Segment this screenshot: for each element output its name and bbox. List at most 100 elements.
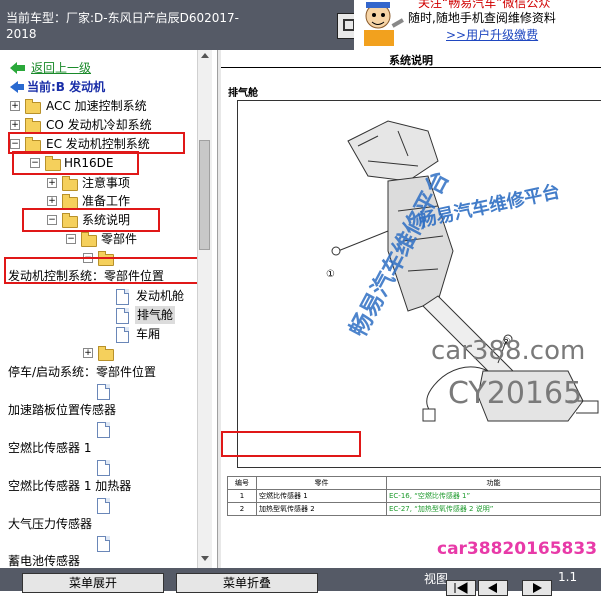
folder-icon bbox=[98, 346, 114, 361]
cell-part: 加热型氧传感器 2 bbox=[256, 502, 387, 516]
mechanic-mascot-icon bbox=[364, 2, 404, 46]
tree-leaf-doc[interactable] bbox=[97, 458, 117, 476]
tree-leaf-cabin[interactable]: 车厢 bbox=[116, 325, 196, 343]
col-header-number: 编号 bbox=[227, 476, 257, 490]
menu-expand-button[interactable]: 菜单展开 bbox=[22, 573, 164, 593]
cell-number: 1 bbox=[227, 489, 257, 503]
tree-node-battery[interactable]: 蓄电池传感器 bbox=[8, 552, 197, 568]
tree-node-label: 零部件 bbox=[101, 232, 138, 246]
exhaust-diagram: ① ② bbox=[237, 100, 601, 468]
tree-node-label: 空燃比传感器 1 bbox=[8, 441, 92, 455]
cell-function-link[interactable]: EC-16, “空燃比传感器 1” bbox=[386, 489, 601, 503]
cell-number: 2 bbox=[227, 502, 257, 516]
highlight-table-box bbox=[221, 431, 361, 457]
tree-leaf-engine-bay[interactable]: 发动机舱 bbox=[116, 287, 196, 305]
watermark-bottom: car38820165833 bbox=[437, 539, 598, 559]
section-heading: 排气舱 bbox=[228, 88, 258, 99]
tree-node-subfolder-2[interactable]: + bbox=[83, 344, 123, 362]
prev-page-button[interactable] bbox=[478, 580, 508, 596]
tree-node-label: 大气压力传感器 bbox=[8, 517, 93, 531]
highlight-hr16de-box bbox=[12, 151, 139, 175]
exhaust-pipe-illustration: ① ② bbox=[326, 120, 599, 422]
scroll-up-icon[interactable] bbox=[201, 53, 209, 58]
promo-subtitle: 随时,随地手机查阅维修资料 bbox=[408, 11, 556, 25]
tree-node-parts[interactable]: − 零部件 bbox=[66, 230, 196, 248]
parts-table: 编号 零件 功能 1 空燃比传感器 1 EC-16, “空燃比传感器 1” 2 … bbox=[227, 476, 601, 516]
folder-icon bbox=[62, 176, 78, 191]
tree-leaf-doc[interactable] bbox=[97, 534, 117, 552]
tree-node-label: 注意事项 bbox=[82, 176, 131, 190]
tree-node-label: 车厢 bbox=[136, 327, 161, 341]
tree-node-af1-heater[interactable]: 空燃比传感器 1 加热器 bbox=[8, 477, 197, 495]
next-page-button[interactable] bbox=[522, 580, 552, 596]
table-header-row: 编号 零件 功能 bbox=[227, 476, 601, 490]
collapse-icon[interactable]: − bbox=[66, 234, 76, 244]
navigation-tree: 返回上一级 当前:B 发动机 + ACC 加速控制系统 + CO 发动机冷却系统… bbox=[0, 50, 197, 568]
tree-node-pedal[interactable]: 加速踏板位置传感器 bbox=[8, 401, 197, 419]
watermark-code: CY20165 bbox=[448, 376, 583, 411]
prev-page-icon bbox=[488, 583, 497, 593]
pointer-icon bbox=[10, 81, 24, 93]
menu-collapse-button[interactable]: 菜单折叠 bbox=[176, 573, 318, 593]
highlight-sysdesc-box bbox=[22, 208, 160, 232]
tree-node-stopstart[interactable]: 停车/启动系统：零部件位置 bbox=[8, 363, 197, 381]
table-row: 1 空燃比传感器 1 EC-16, “空燃比传感器 1” bbox=[227, 489, 601, 503]
document-icon bbox=[97, 498, 110, 514]
upgrade-link[interactable]: >>用户升级缴费 bbox=[446, 26, 538, 43]
expand-icon[interactable]: + bbox=[47, 178, 57, 188]
document-icon bbox=[97, 422, 110, 438]
page-indicator: 1.1 bbox=[558, 570, 578, 584]
document-icon bbox=[97, 384, 110, 400]
promo-banner: 关注“畅易汽车”微信公众 随时,随地手机查阅维修资料 >>用户升级缴费 bbox=[354, 0, 601, 50]
document-icon bbox=[97, 536, 110, 552]
folder-icon bbox=[81, 232, 97, 247]
expand-icon[interactable]: + bbox=[83, 348, 93, 358]
first-page-button[interactable] bbox=[446, 580, 476, 596]
navigation-tree-pane: 返回上一级 当前:B 发动机 + ACC 加速控制系统 + CO 发动机冷却系统… bbox=[0, 50, 217, 568]
expand-icon[interactable]: + bbox=[10, 120, 20, 130]
back-arrow-icon bbox=[10, 62, 25, 74]
top-header: 当前车型：厂家:D-东风日产启辰D602017-2018 关注“畅易汽车”微信公… bbox=[0, 0, 601, 50]
document-icon bbox=[116, 289, 129, 305]
tree-leaf-exhaust[interactable]: 排气舱 bbox=[116, 306, 196, 324]
cell-function-link[interactable]: EC-27, “加热型氧传感器 2 说明” bbox=[386, 502, 601, 516]
expand-icon[interactable]: + bbox=[10, 101, 20, 111]
tree-node-label: 蓄电池传感器 bbox=[8, 554, 81, 568]
tree-node-baro[interactable]: 大气压力传感器 bbox=[8, 515, 197, 533]
current-node-label: 当前:B 发动机 bbox=[27, 80, 106, 94]
scrollbar-thumb[interactable] bbox=[199, 140, 210, 250]
tree-node-af1[interactable]: 空燃比传感器 1 bbox=[8, 439, 197, 457]
document-title: 系统说明 bbox=[389, 54, 433, 67]
watermark-site: car388.com bbox=[431, 336, 586, 366]
tree-leaf-doc[interactable] bbox=[97, 382, 117, 400]
tree-node-label: 加速踏板位置传感器 bbox=[8, 403, 117, 417]
tree-scrollbar[interactable] bbox=[197, 50, 212, 568]
document-viewer: 系统说明 排气舱 ① ② 畅易汽车维修平台 car388.com CY20165… bbox=[221, 50, 601, 568]
tree-node-label: 排气舱 bbox=[135, 306, 176, 324]
current-vehicle-label: 当前车型：厂家:D-东风日产启辰D602017-2018 bbox=[6, 11, 239, 41]
tree-node-label: ACC 加速控制系统 bbox=[46, 99, 147, 113]
tree-leaf-doc[interactable] bbox=[97, 496, 117, 514]
highlight-parts-location-box bbox=[4, 257, 197, 284]
next-page-icon bbox=[533, 583, 542, 593]
folder-icon bbox=[25, 99, 41, 114]
title-rule bbox=[221, 67, 601, 68]
tree-leaf-doc[interactable] bbox=[97, 420, 117, 438]
back-link-label: 返回上一级 bbox=[31, 61, 92, 75]
callout-1: ① bbox=[326, 269, 335, 280]
scroll-down-icon[interactable] bbox=[201, 556, 209, 561]
cell-part: 空燃比传感器 1 bbox=[256, 489, 387, 503]
tree-node-acc[interactable]: + ACC 加速控制系统 bbox=[10, 97, 197, 115]
col-header-part: 零件 bbox=[256, 476, 387, 490]
document-icon bbox=[97, 460, 110, 476]
tree-node-label: 停车/启动系统：零部件位置 bbox=[8, 365, 157, 379]
document-icon bbox=[116, 327, 129, 343]
document-icon bbox=[116, 308, 129, 324]
tree-node-label: 发动机舱 bbox=[136, 289, 185, 303]
col-header-function: 功能 bbox=[386, 476, 601, 490]
tree-node-label: 空燃比传感器 1 加热器 bbox=[8, 479, 132, 493]
expand-icon[interactable]: + bbox=[47, 196, 57, 206]
view-label: 视图 bbox=[424, 572, 449, 586]
tree-node-notes[interactable]: + 注意事项 bbox=[47, 174, 187, 192]
bottom-toolbar: 菜单展开 菜单折叠 视图 1.1 bbox=[0, 568, 601, 596]
